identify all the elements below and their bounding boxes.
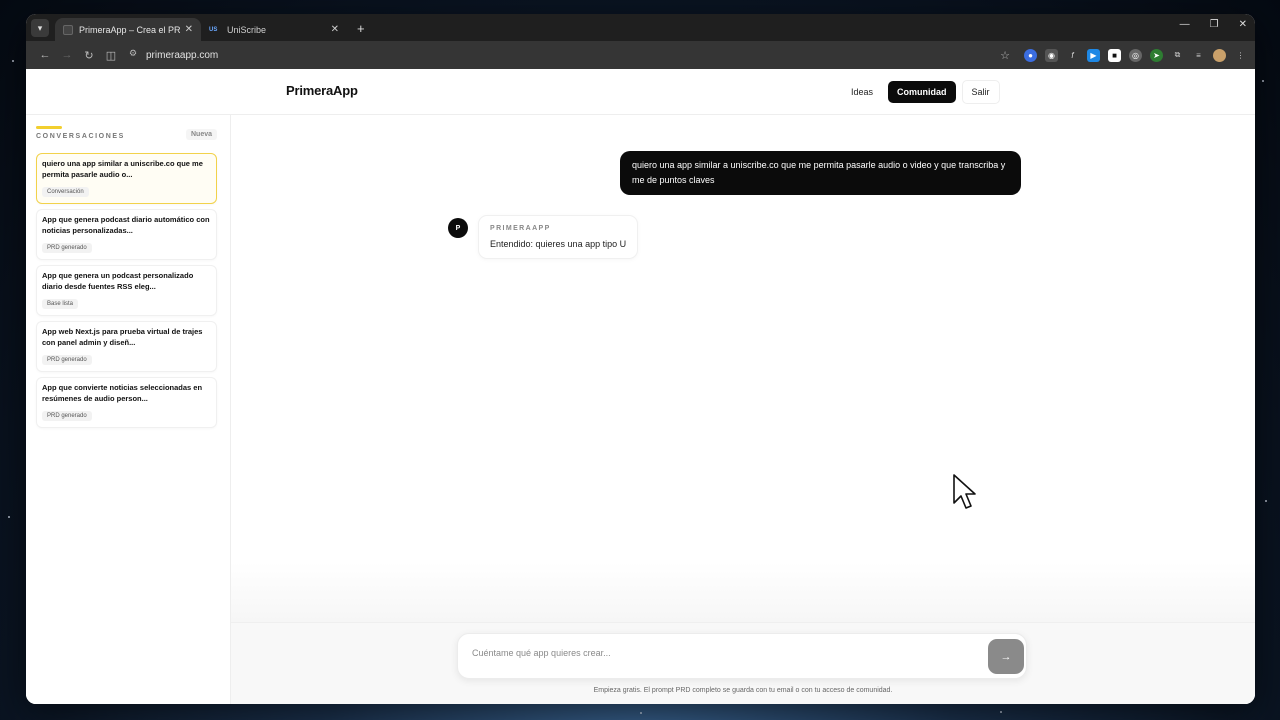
conversation-item[interactable]: App web Next.js para prueba virtual de t…: [36, 321, 217, 372]
sidebar-header: CONVERSACIONES Nueva: [26, 115, 230, 145]
conversation-tag: Conversación: [42, 187, 89, 197]
close-tab-icon[interactable]: ✕: [331, 24, 339, 35]
bookmark-star-icon[interactable]: ☆: [994, 49, 1016, 62]
sidebar-title: CONVERSACIONES: [36, 133, 125, 140]
bot-name: PRIMERAAPP: [490, 225, 551, 232]
window-controls: — ❐ ✕: [1180, 19, 1247, 30]
app-header: PrimeraApp Ideas Comunidad Salir: [26, 69, 1255, 115]
chat-fade: [231, 562, 1255, 622]
browser-toolbar: ← → ↻ ◫ ⚙ primeraapp.com ☆ ● ◉ f ▶ ■ ◎ ➤…: [26, 41, 1255, 69]
reading-list-icon[interactable]: ≡: [1192, 49, 1205, 62]
composer: → Empieza gratis. El prompt PRD completo…: [231, 622, 1255, 704]
extensions-bar: ● ◉ f ▶ ■ ◎ ➤ ⧉ ≡ ⋮: [1024, 48, 1247, 62]
conversation-title: App web Next.js para prueba virtual de t…: [42, 327, 203, 347]
extension-box-icon[interactable]: ■: [1108, 48, 1121, 62]
composer-footnote: Empieza gratis. El prompt PRD completo s…: [593, 687, 893, 694]
split-view-icon[interactable]: ◫: [100, 49, 122, 62]
forward-icon[interactable]: →: [56, 49, 78, 61]
conversation-item[interactable]: App que genera podcast diario automático…: [36, 209, 217, 260]
accent-bar: [36, 126, 62, 129]
conversation-tag: PRD generado: [42, 411, 92, 421]
nav-ideas[interactable]: Ideas: [842, 81, 882, 103]
tab-uniscribe[interactable]: US UniScribe ✕: [201, 18, 347, 41]
extension-camera-icon[interactable]: ◉: [1045, 48, 1058, 62]
conversation-title: App que genera podcast diario automático…: [42, 215, 210, 235]
conversation-tag: PRD generado: [42, 355, 92, 365]
conversation-item[interactable]: App que convierte noticias seleccionadas…: [36, 377, 217, 428]
back-icon[interactable]: ←: [34, 49, 56, 61]
mouse-cursor-icon: [953, 474, 976, 509]
nav-comunidad[interactable]: Comunidad: [888, 81, 956, 103]
extension-cursor-icon[interactable]: ➤: [1150, 48, 1163, 62]
conversation-item[interactable]: App que genera un podcast personalizado …: [36, 265, 217, 316]
conversation-list: quiero una app similar a uniscribe.co qu…: [36, 153, 217, 433]
conversations-sidebar: CONVERSACIONES Nueva quiero una app simi…: [26, 115, 231, 704]
extension-blue-icon[interactable]: ●: [1024, 48, 1037, 62]
site-info-icon[interactable]: ⚙: [126, 48, 140, 62]
tab-title: UniScribe: [227, 24, 267, 35]
composer-box: →: [457, 633, 1027, 679]
brand-logo[interactable]: PrimeraApp: [286, 83, 358, 98]
conversation-title: quiero una app similar a uniscribe.co qu…: [42, 159, 203, 179]
new-tab-button[interactable]: +: [357, 21, 365, 36]
conversation-tag: PRD generado: [42, 243, 92, 253]
conversation-item[interactable]: quiero una app similar a uniscribe.co qu…: [36, 153, 217, 204]
extension-circle-icon[interactable]: ◎: [1129, 48, 1142, 62]
conversation-tag: Base lista: [42, 299, 79, 309]
primeraapp-favicon-icon: [63, 24, 73, 35]
arrow-right-icon: →: [1000, 650, 1012, 663]
conversation-title: App que convierte noticias seleccionadas…: [42, 383, 203, 403]
close-window-icon[interactable]: ✕: [1239, 19, 1247, 30]
top-nav: Ideas Comunidad Salir: [842, 80, 1000, 104]
bot-avatar: P: [448, 218, 468, 238]
send-button[interactable]: →: [988, 639, 1024, 674]
reload-icon[interactable]: ↻: [78, 49, 100, 62]
conversation-title: App que genera un podcast personalizado …: [42, 271, 194, 291]
page: PrimeraApp Ideas Comunidad Salir CONVERS…: [26, 69, 1255, 704]
uniscribe-favicon-icon: US: [209, 26, 218, 33]
new-conversation-button[interactable]: Nueva: [185, 129, 217, 140]
user-message: quiero una app similar a uniscribe.co qu…: [620, 151, 1021, 195]
browser-menu-icon[interactable]: ⋮: [1234, 49, 1247, 62]
chat-area: quiero una app similar a uniscribe.co qu…: [231, 115, 1255, 704]
prompt-input[interactable]: [472, 648, 972, 658]
bot-message-text: Entendido: quieres una app tipo U: [490, 239, 627, 249]
nav-salir[interactable]: Salir: [961, 80, 1000, 104]
extension-fx-icon[interactable]: f: [1066, 49, 1079, 62]
browser-window: ▾ PrimeraApp – Crea el PRD y Pr ✕ US Uni…: [26, 14, 1255, 704]
url-text: primeraapp.com: [146, 49, 219, 61]
minimize-icon[interactable]: —: [1180, 19, 1190, 30]
close-tab-icon[interactable]: ✕: [185, 24, 193, 35]
extension-play-icon[interactable]: ▶: [1087, 48, 1100, 62]
maximize-icon[interactable]: ❐: [1210, 19, 1219, 30]
tab-primeraapp[interactable]: PrimeraApp – Crea el PRD y Pr ✕: [55, 18, 201, 41]
address-bar[interactable]: ⚙ primeraapp.com: [126, 45, 994, 65]
tab-title: PrimeraApp – Crea el PRD y Pr: [79, 24, 181, 35]
tab-bar: ▾ PrimeraApp – Crea el PRD y Pr ✕ US Uni…: [26, 14, 1255, 41]
bot-message-row: P PRIMERAAPP Entendido: quieres una app …: [448, 215, 639, 259]
bot-message: PRIMERAAPP Entendido: quieres una app ti…: [478, 215, 639, 259]
profile-avatar[interactable]: [1213, 48, 1226, 62]
extensions-puzzle-icon[interactable]: ⧉: [1171, 49, 1184, 62]
tab-search-button[interactable]: ▾: [31, 19, 49, 37]
